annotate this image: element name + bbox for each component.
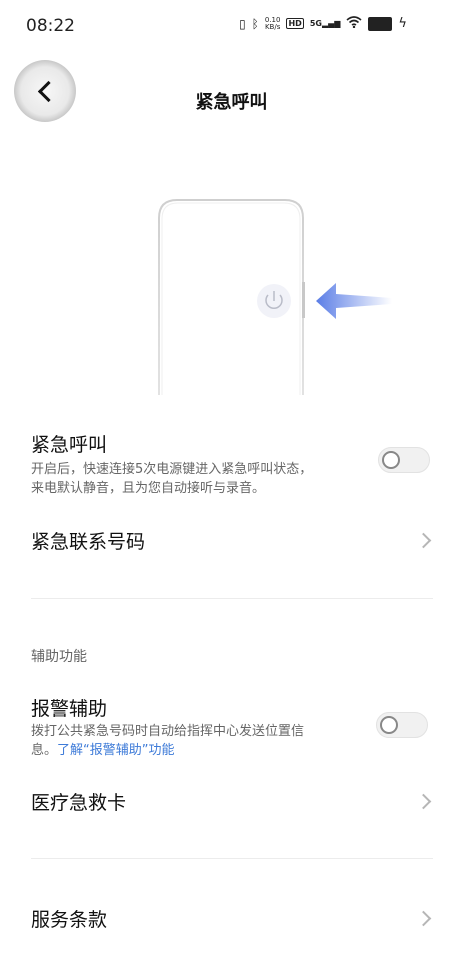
chevron-right-icon [415,532,432,549]
emergency-contacts-row[interactable]: 紧急联系号码 [0,518,463,568]
emergency-call-title: 紧急呼叫 [31,434,108,456]
terms-row[interactable]: 服务条款 [0,895,463,945]
network-speed-unit: KB/s [264,22,281,31]
medical-card-row[interactable]: 医疗急救卡 [0,778,463,828]
emergency-call-toggle[interactable] [378,447,430,473]
battery-icon [368,16,393,31]
chevron-right-icon [415,910,432,927]
signal-icon: 5G▂▄▆ [309,19,341,28]
alarm-assist-desc-line1: 拨打公共紧急号码时自动给指挥中心发送位置信 [31,724,305,739]
page-title: 紧急呼叫 [195,92,268,113]
status-time: 08:22 [26,16,75,36]
section-label-assist: 辅助功能 [31,649,87,665]
alarm-assist-desc-prefix: 息。 [31,743,58,758]
divider [31,858,433,859]
emergency-call-row[interactable]: 紧急呼叫 开启后，快速连接5次电源键进入紧急呼叫状态， 来电默认静音，且为您自动… [0,420,463,500]
wifi-icon [346,16,362,31]
emergency-contacts-label: 紧急联系号码 [31,531,146,553]
medical-card-label: 医疗急救卡 [31,792,127,814]
alarm-assist-title: 报警辅助 [31,698,108,720]
bluetooth-icon: ᛒ [251,16,259,31]
divider [31,598,433,599]
alarm-assist-row[interactable]: 报警辅助 拨打公共紧急号码时自动给指挥中心发送位置信 息。了解“报警辅助”功能 [0,686,463,766]
status-icons: ▯ ᛒ 0.10 KB/s HD 5G▂▄▆ ϟ [239,16,407,31]
emergency-call-desc-line1: 开启后，快速连接5次电源键进入紧急呼叫状态， [31,462,313,477]
toggle-knob [382,451,400,469]
status-bar: 08:22 ▯ ᛒ 0.10 KB/s HD 5G▂▄▆ ϟ [0,0,463,52]
chevron-right-icon [415,793,432,810]
arrow-icon [316,283,392,319]
signal-label: 5G [309,19,322,28]
network-speed: 0.10 KB/s [264,16,281,31]
vibrate-icon: ▯ [239,16,246,31]
hd-badge: HD [286,18,304,29]
toggle-knob [380,716,398,734]
charging-icon: ϟ [398,16,407,31]
power-button-illustration [158,199,392,395]
alarm-assist-toggle[interactable] [376,712,428,738]
alarm-assist-learn-more-link[interactable]: 了解“报警辅助”功能 [57,743,174,758]
side-power-key [302,282,305,318]
emergency-call-desc-line2: 来电默认静音，且为您自动接听与录音。 [31,481,266,496]
terms-label: 服务条款 [31,909,108,931]
alarm-assist-desc-line2: 息。了解“报警辅助”功能 [31,741,175,760]
